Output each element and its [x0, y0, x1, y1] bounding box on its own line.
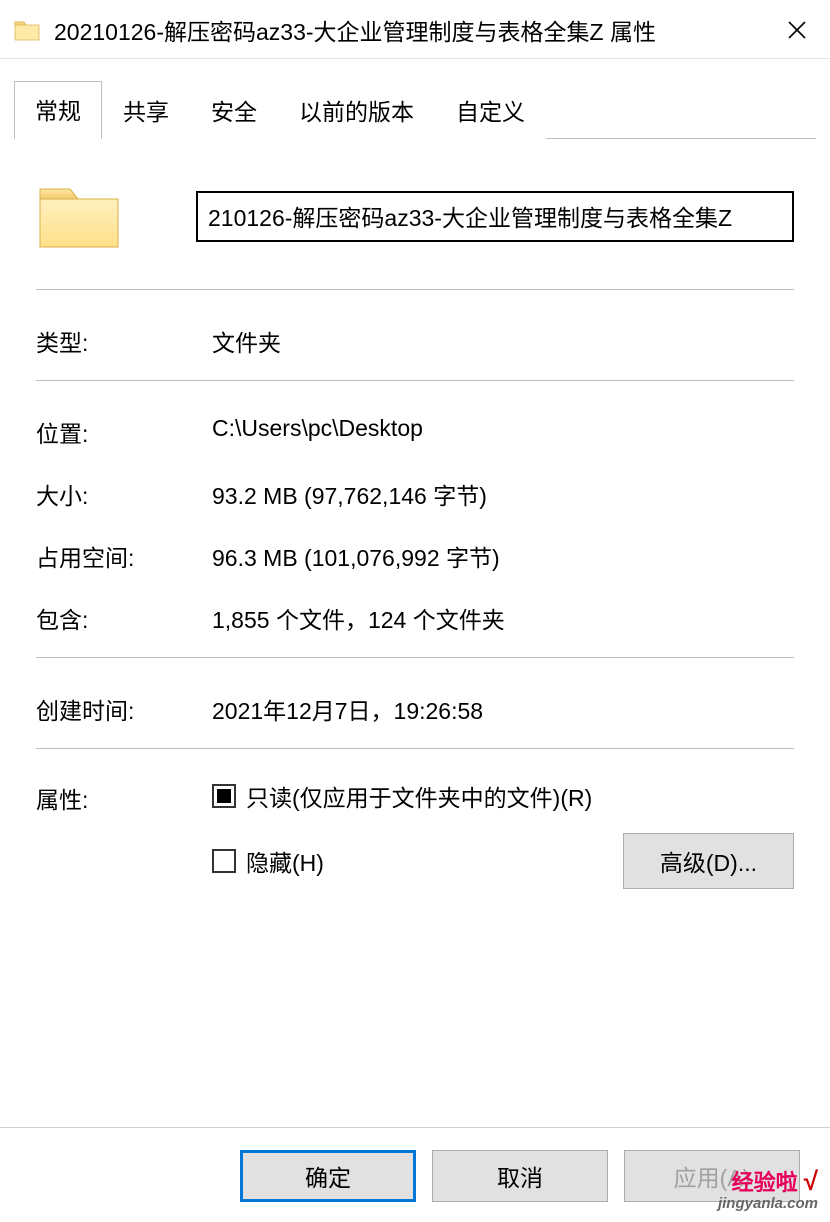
readonly-checkbox[interactable] — [212, 784, 236, 808]
window-title: 20210126-解压密码az33-大企业管理制度与表格全集Z 属性 — [54, 13, 774, 47]
hidden-label[interactable]: 隐藏(H) — [246, 844, 324, 878]
created-label: 创建时间: — [36, 692, 212, 726]
readonly-label[interactable]: 只读(仅应用于文件夹中的文件)(R) — [246, 779, 592, 813]
close-button[interactable] — [774, 12, 820, 48]
type-label: 类型: — [36, 324, 212, 358]
tab-general[interactable]: 常规 — [14, 81, 102, 140]
tab-previous-versions[interactable]: 以前的版本 — [278, 82, 435, 139]
size-on-disk-value: 96.3 MB (101,076,992 字节) — [212, 539, 794, 573]
tab-sharing[interactable]: 共享 — [102, 82, 190, 139]
divider — [36, 748, 794, 749]
divider — [36, 289, 794, 290]
cancel-button[interactable]: 取消 — [432, 1150, 608, 1202]
created-value: 2021年12月7日，19:26:58 — [212, 692, 794, 726]
location-label: 位置: — [36, 415, 212, 449]
contains-value: 1,855 个文件，124 个文件夹 — [212, 601, 794, 635]
ok-button[interactable]: 确定 — [240, 1150, 416, 1202]
size-label: 大小: — [36, 477, 212, 511]
tab-strip: 常规 共享 安全 以前的版本 自定义 — [0, 59, 830, 139]
tab-security[interactable]: 安全 — [190, 82, 278, 139]
location-value: C:\Users\pc\Desktop — [212, 415, 794, 442]
folder-large-icon — [36, 173, 146, 259]
attributes-label: 属性: — [36, 779, 212, 815]
folder-name-input[interactable] — [196, 191, 794, 242]
hidden-checkbox[interactable] — [212, 849, 236, 873]
watermark-text: 经验啦 — [732, 1170, 798, 1195]
watermark-url: jingyanla.com — [718, 1196, 818, 1213]
title-bar: 20210126-解压密码az33-大企业管理制度与表格全集Z 属性 — [0, 0, 830, 59]
dialog-footer: 确定 取消 应用(A) — [0, 1127, 830, 1222]
contains-label: 包含: — [36, 601, 212, 635]
size-value: 93.2 MB (97,762,146 字节) — [212, 477, 794, 511]
watermark: 经验啦 √ jingyanla.com — [718, 1167, 818, 1212]
divider — [36, 657, 794, 658]
size-on-disk-label: 占用空间: — [36, 539, 212, 573]
divider — [36, 380, 794, 381]
tab-content-general: 类型: 文件夹 位置: C:\Users\pc\Desktop 大小: 93.2… — [0, 139, 830, 1127]
folder-icon — [14, 19, 40, 41]
tab-customize[interactable]: 自定义 — [435, 82, 546, 139]
watermark-check-icon: √ — [804, 1166, 818, 1196]
type-value: 文件夹 — [212, 324, 794, 358]
close-icon — [787, 20, 807, 40]
advanced-button[interactable]: 高级(D)... — [623, 833, 794, 889]
